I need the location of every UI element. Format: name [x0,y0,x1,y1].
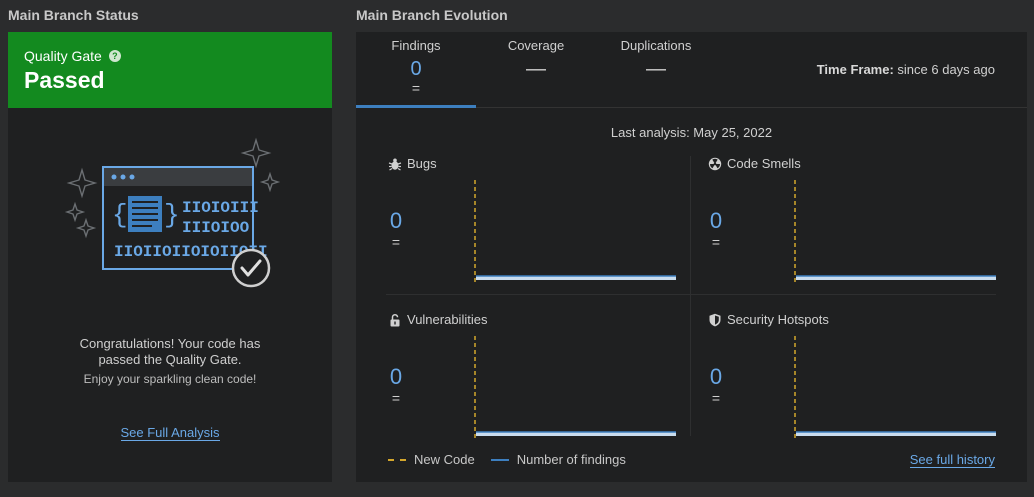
congrats-line-2: passed the Quality Gate. [98,352,242,367]
bug-icon [388,158,402,171]
tab-coverage[interactable]: Coverage — [476,32,596,108]
lock-icon [390,313,400,326]
shield-icon [709,313,721,326]
see-full-analysis-wrap: See Full Analysis [8,425,332,441]
metric-title: Bugs [407,156,437,171]
passed-illustration: { } IIOIOIII IIIOIOO IIOIIOIIOIOIIOII [62,136,282,301]
legend-findings: Number of findings [516,452,626,467]
timeframe-label: Time Frame: [816,62,894,77]
metric-eq: = [711,390,721,406]
metric-code-smells[interactable]: Code Smells 0 = [708,156,1008,296]
svg-text:IIIOIOO: IIIOIOO [182,219,250,237]
tab-label: Findings [391,38,441,53]
metric-vulnerabilities[interactable]: Vulnerabilities 0 = [388,312,688,452]
tab-label: Duplications [620,38,692,53]
svg-text:}: } [164,200,180,230]
grid-divider-vertical [690,156,691,436]
sparkline-chart [474,180,676,282]
metric-tabs: Findings 0 = Coverage — Duplications — T… [356,32,1027,108]
svg-text:IIOIOIII: IIOIOIII [182,199,259,217]
main-branch-evolution-title: Main Branch Evolution [356,7,508,23]
help-icon[interactable]: ? [108,50,121,62]
last-analysis: Last analysis: May 25, 2022 [610,125,773,140]
tab-duplications[interactable]: Duplications — [596,32,716,108]
main-branch-status-title: Main Branch Status [8,7,139,23]
metric-value: 0 [709,364,723,389]
tab-findings[interactable]: Findings 0 = [356,32,476,108]
tab-value: — [646,58,666,80]
quality-gate-banner: Quality Gate ? Passed [8,32,332,108]
tab-value: 0 [410,58,422,80]
sparkline-chart [794,336,996,438]
congrats-line-1: Congratulations! Your code has [79,336,261,351]
metric-security-hotspots[interactable]: Security Hotspots 0 = [708,312,1008,452]
metric-eq: = [391,390,401,406]
tab-eq: = [411,80,421,96]
enjoy-message: Enjoy your sparkling clean code! [83,372,257,386]
quality-gate-status: Passed [24,67,105,93]
code-smell-icon [708,157,722,170]
new-code-swatch [388,458,406,461]
sparkline-chart [794,180,996,282]
see-full-history-wrap: See full history [909,452,995,468]
see-full-history-link[interactable]: See full history [909,452,995,468]
metric-bugs[interactable]: Bugs 0 = [388,156,688,296]
main-branch-evolution-panel: Findings 0 = Coverage — Duplications — T… [356,32,1027,482]
sparkline-chart [474,336,676,438]
metric-title: Security Hotspots [727,312,829,327]
tab-value: — [526,58,546,80]
metric-title: Code Smells [727,156,801,171]
metric-eq: = [391,234,401,250]
svg-text:{: { [112,200,128,230]
tab-label: Coverage [507,38,565,53]
chart-legend: New Code Number of findings [388,452,626,467]
metric-value: 0 [389,208,403,233]
main-branch-status-panel: Quality Gate ? Passed { } IIOIOIII IIIOI… [8,32,332,482]
legend-new-code: New Code [414,452,475,467]
metric-title: Vulnerabilities [407,312,488,327]
timeframe: Time Frame: since 6 days ago [817,62,995,77]
quality-gate-label: Quality Gate [24,48,102,64]
metric-value: 0 [389,364,403,389]
metric-eq: = [711,234,721,250]
metric-value: 0 [709,208,723,233]
timeframe-value: since 6 days ago [897,62,995,77]
see-full-analysis-link[interactable]: See Full Analysis [120,425,220,441]
congrats-message: Congratulations! Your code has passed th… [8,336,332,368]
findings-swatch [490,458,509,461]
